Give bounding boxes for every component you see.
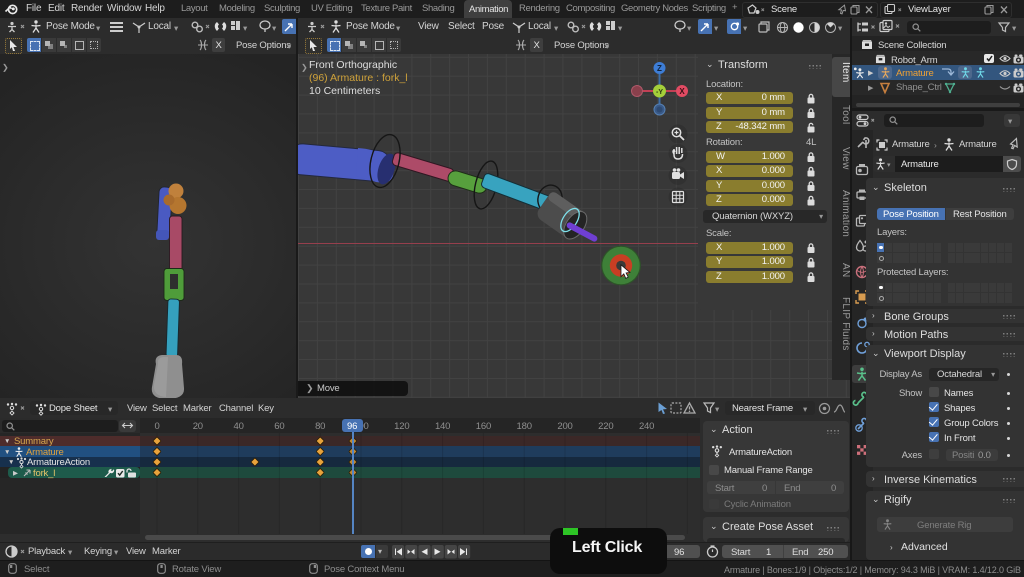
svg-text:-Y: -Y xyxy=(656,89,663,96)
svg-text:Z: Z xyxy=(657,64,662,73)
svg-text:X: X xyxy=(679,87,685,96)
